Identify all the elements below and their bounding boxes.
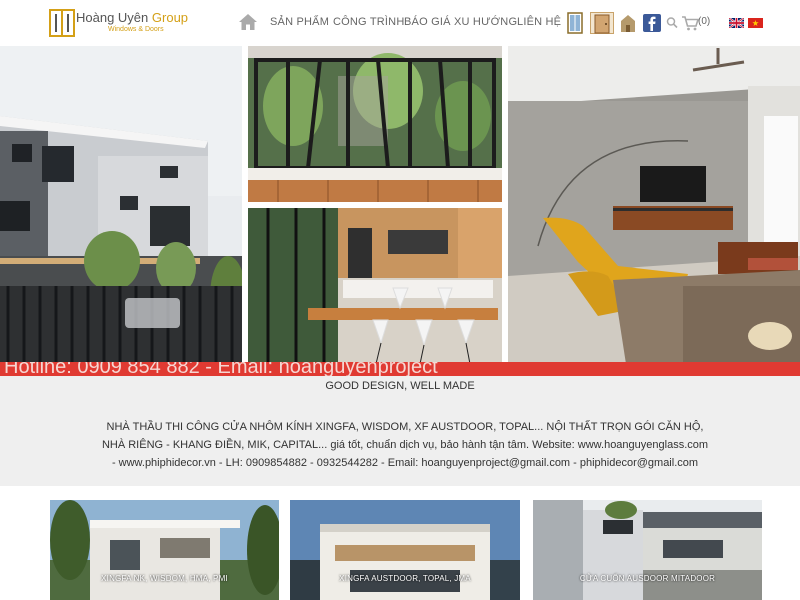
marquee-banner: Hotline: 0909 854 882 - Email: hoanguyen… — [0, 362, 800, 376]
tagline: GOOD DESIGN, WELL MADE — [325, 380, 475, 392]
header: Hoàng Uyên Group Windows & Doors SẢN PHẨ… — [0, 0, 800, 46]
marquee-text: Hotline: 0909 854 882 - Email: hoanguyen… — [4, 362, 438, 376]
hero-gallery — [0, 46, 800, 364]
project-card-label: XINGFA NK, WISDOM, HMA, PMI — [101, 574, 228, 583]
brand-name: Hoàng Uyên Group — [76, 10, 189, 25]
door-icon[interactable] — [590, 12, 614, 34]
house-icon[interactable] — [620, 12, 636, 34]
window-icon[interactable] — [566, 12, 584, 34]
project-card-image — [50, 500, 279, 600]
nav-item-quotes[interactable]: BÁO GIÁ — [404, 16, 451, 28]
flag-vn-icon[interactable] — [748, 18, 763, 28]
cart-icon[interactable] — [681, 12, 699, 34]
intro-section: GOOD DESIGN, WELL MADE NHÀ THẦU THI CÔNG… — [0, 376, 800, 486]
home-icon[interactable] — [238, 12, 258, 32]
hero-photo-dining-room[interactable] — [248, 208, 502, 364]
facebook-icon[interactable] — [643, 12, 661, 34]
project-card-image — [533, 500, 762, 600]
hero-photo-folding-doors[interactable] — [248, 46, 502, 202]
project-card-image — [290, 500, 520, 600]
project-card-label: CỬA CUỐN AUSDOOR MITADOOR — [579, 574, 716, 583]
nav-item-projects[interactable]: CÔNG TRÌNH — [333, 16, 404, 28]
nav-item-contact[interactable]: LIÊN HỆ — [517, 16, 561, 28]
project-card-xingfa-nk[interactable]: XINGFA NK, WISDOM, HMA, PMI — [50, 500, 279, 600]
nav-item-trends[interactable]: XU HƯỚNG — [454, 16, 517, 28]
hero-photo-house-exterior[interactable] — [0, 46, 242, 364]
project-card-xingfa-austdoor[interactable]: XINGFA AUSTDOOR, TOPAL, JMA — [290, 500, 520, 600]
nav-item-products[interactable]: SẢN PHẨM — [270, 16, 329, 28]
cart-count[interactable]: (0) — [698, 16, 710, 27]
hero-photo-living-room[interactable] — [508, 46, 800, 364]
flag-uk-icon[interactable] — [729, 18, 744, 28]
logo-frame-icon — [49, 9, 75, 37]
project-card-roller-doors[interactable]: CỬA CUỐN AUSDOOR MITADOOR — [533, 500, 762, 600]
intro-description: NHÀ THẦU THI CÔNG CỬA NHÔM KÍNH XINGFA, … — [101, 421, 709, 469]
brand-logo[interactable]: Hoàng Uyên Group Windows & Doors — [46, 8, 188, 40]
project-card-label: XINGFA AUSTDOOR, TOPAL, JMA — [339, 574, 471, 583]
search-icon[interactable] — [666, 12, 678, 34]
brand-subtitle: Windows & Doors — [108, 26, 164, 33]
